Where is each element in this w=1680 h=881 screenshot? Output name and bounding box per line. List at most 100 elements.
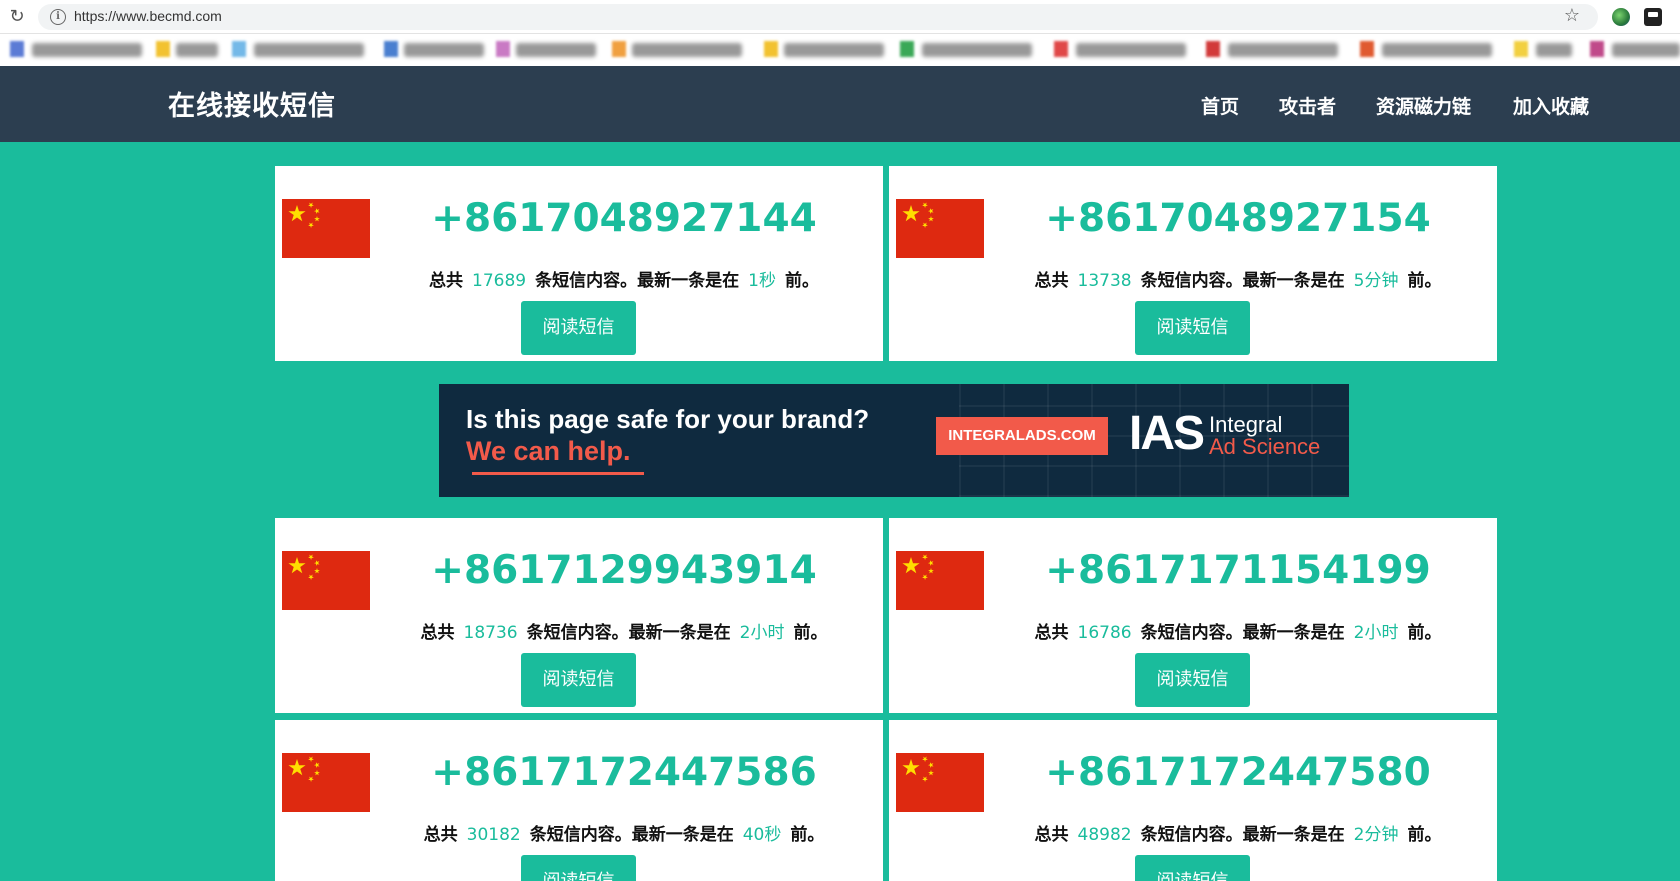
bookmark-item[interactable] [254, 43, 364, 57]
read-sms-button[interactable]: 阅读短信 [521, 855, 636, 881]
site-navbar: 在线接收短信 首页 攻击者 资源磁力链 加入收藏 [0, 66, 1680, 142]
stats-suffix: 前。 [1407, 271, 1442, 291]
bookmark-favicon-icon[interactable] [1360, 41, 1374, 57]
reload-icon[interactable]: ↻ [6, 6, 28, 28]
bookmark-favicon-icon[interactable] [384, 41, 398, 57]
bookmark-item[interactable] [632, 43, 742, 57]
flag-star-icon [308, 574, 314, 580]
bookmark-favicon-icon[interactable] [1590, 41, 1604, 57]
phone-number[interactable]: +8617171154199 [985, 548, 1491, 593]
flag-star-icon [314, 208, 320, 214]
phone-number[interactable]: +8617172447580 [985, 750, 1491, 795]
flag-star-icon [928, 208, 934, 214]
flag-star-icon [308, 776, 314, 782]
flag-star-icon [314, 762, 320, 768]
bookmark-item[interactable] [1382, 43, 1492, 57]
nav-attacker[interactable]: 攻击者 [1279, 92, 1336, 119]
bookmark-favicon-icon[interactable] [612, 41, 626, 57]
extension-app-icon[interactable] [1644, 8, 1662, 26]
nav-magnet-links[interactable]: 资源磁力链 [1376, 92, 1471, 119]
message-count: 30182 [466, 825, 521, 845]
stats-prefix: 总共 [420, 623, 455, 643]
stats-middle: 条短信内容。最新一条是在 [1140, 623, 1345, 643]
stats-suffix: 前。 [793, 623, 828, 643]
china-flag-icon [282, 199, 370, 258]
flag-star-icon [288, 205, 306, 222]
message-stats: 总共 18736 条短信内容。最新一条是在 2小时 前。 [371, 618, 877, 643]
stats-middle: 条短信内容。最新一条是在 [526, 623, 731, 643]
extension-globe-icon[interactable] [1612, 8, 1630, 26]
stats-middle: 条短信内容。最新一条是在 [1140, 825, 1345, 845]
stats-middle: 条短信内容。最新一条是在 [1140, 271, 1345, 291]
bookmarks-bar [0, 34, 1680, 66]
bookmark-favicon-icon[interactable] [1054, 41, 1068, 57]
url-text[interactable]: https://www.becmd.com [74, 8, 222, 24]
flag-star-icon [922, 222, 928, 228]
bookmark-favicon-icon[interactable] [496, 41, 510, 57]
read-sms-button[interactable]: 阅读短信 [1135, 855, 1250, 881]
read-sms-button[interactable]: 阅读短信 [1135, 301, 1250, 355]
stats-suffix: 前。 [784, 271, 819, 291]
nav-home[interactable]: 首页 [1201, 92, 1239, 119]
phone-number[interactable]: +8617129943914 [371, 548, 877, 593]
bookmark-item[interactable] [516, 43, 596, 57]
bookmark-item[interactable] [404, 43, 484, 57]
message-count: 13738 [1077, 271, 1132, 291]
bookmark-item[interactable] [784, 43, 884, 57]
flag-stars [288, 554, 320, 580]
site-info-icon[interactable]: i [50, 9, 66, 25]
read-sms-button[interactable]: 阅读短信 [521, 653, 636, 707]
ad-url-badge[interactable]: INTEGRALADS.COM [936, 417, 1108, 455]
bookmark-star-icon[interactable]: ☆ [1564, 5, 1580, 26]
flag-star-icon [922, 554, 928, 560]
bookmark-item[interactable] [1536, 43, 1572, 57]
flag-star-icon [922, 756, 928, 762]
flag-stars [902, 756, 934, 782]
read-sms-button[interactable]: 阅读短信 [1135, 653, 1250, 707]
site-title[interactable]: 在线接收短信 [168, 84, 336, 123]
flag-star-icon [928, 762, 934, 768]
bookmark-favicon-icon[interactable] [10, 41, 24, 57]
flag-star-icon [928, 770, 934, 776]
phone-number[interactable]: +8617048927144 [371, 196, 877, 241]
message-count: 48982 [1077, 825, 1132, 845]
phone-number[interactable]: +8617048927154 [985, 196, 1491, 241]
phone-card: +8617172447580 总共 48982 条短信内容。最新一条是在 2分钟 前。 … [889, 720, 1497, 881]
bookmark-item[interactable] [1612, 43, 1680, 57]
last-message-time: 2分钟 [1353, 825, 1399, 845]
flag-stars [288, 756, 320, 782]
omnibox[interactable]: i https://www.becmd.com ☆ [38, 4, 1598, 30]
read-sms-button[interactable]: 阅读短信 [521, 301, 636, 355]
bookmark-item[interactable] [922, 43, 1032, 57]
bookmark-item[interactable] [1228, 43, 1338, 57]
phone-card: +8617171154199 总共 16786 条短信内容。最新一条是在 2小时 前。 … [889, 518, 1497, 713]
bookmark-item[interactable] [32, 43, 142, 57]
bookmark-favicon-icon[interactable] [1514, 41, 1528, 57]
bookmark-favicon-icon[interactable] [900, 41, 914, 57]
ad-banner[interactable]: Is this page safe for your brand? We can… [439, 384, 1349, 497]
china-flag-icon [896, 753, 984, 812]
ias-logo-line2: Ad Science [1209, 434, 1321, 459]
bookmark-favicon-icon[interactable] [1206, 41, 1220, 57]
flag-star-icon [308, 222, 314, 228]
bookmark-item[interactable] [176, 43, 218, 57]
flag-stars [902, 554, 934, 580]
message-stats: 总共 48982 条短信内容。最新一条是在 2分钟 前。 [985, 820, 1491, 845]
flag-stars [902, 202, 934, 228]
bookmark-favicon-icon[interactable] [156, 41, 170, 57]
flag-star-icon [922, 202, 928, 208]
message-stats: 总共 13738 条短信内容。最新一条是在 5分钟 前。 [985, 266, 1491, 291]
china-flag-icon [282, 551, 370, 610]
bookmark-item[interactable] [1076, 43, 1186, 57]
ad-headline: Is this page safe for your brand? [466, 404, 870, 434]
nav-add-favorite[interactable]: 加入收藏 [1513, 92, 1589, 119]
flag-star-icon [922, 776, 928, 782]
flag-star-icon [928, 560, 934, 566]
flag-star-icon [314, 770, 320, 776]
phone-number[interactable]: +8617172447586 [371, 750, 877, 795]
china-flag-icon [896, 551, 984, 610]
bookmark-favicon-icon[interactable] [764, 41, 778, 57]
flag-star-icon [314, 216, 320, 222]
flag-star-icon [288, 759, 306, 776]
bookmark-favicon-icon[interactable] [232, 41, 246, 57]
